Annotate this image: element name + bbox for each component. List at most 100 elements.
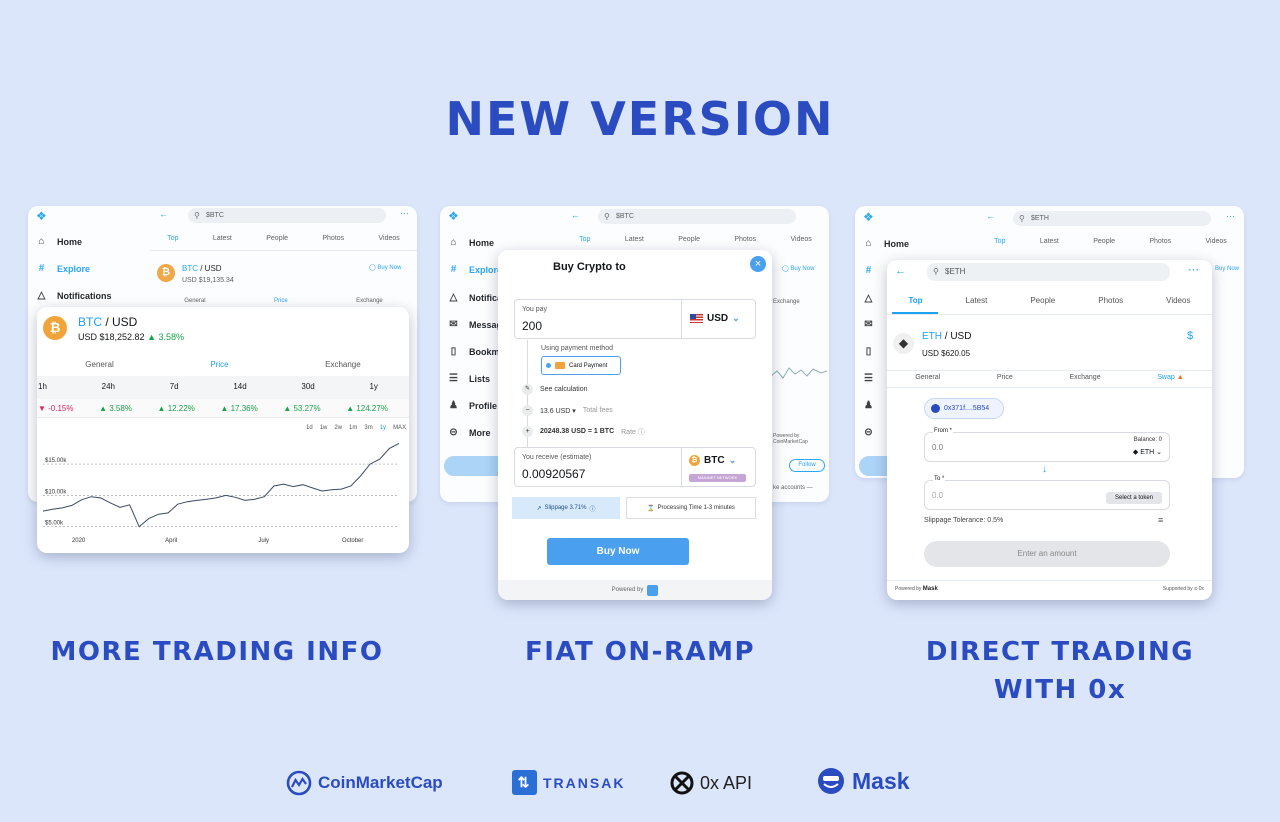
search-input[interactable]: ⚲ $BTC	[188, 208, 386, 223]
tab-people[interactable]: People	[1030, 296, 1055, 305]
headline: NEW VERSION	[445, 92, 835, 146]
more-dots-icon[interactable]: ⋯	[400, 208, 409, 219]
back-arrow-icon[interactable]: ←	[895, 265, 906, 277]
tab-people[interactable]: People	[1093, 238, 1115, 245]
tab-top[interactable]: Top	[994, 238, 1005, 245]
range-1y[interactable]: 1y	[380, 425, 386, 431]
subtab-price[interactable]: Price	[210, 360, 228, 369]
sidebar-item-home[interactable]: ⌂ Home	[36, 236, 82, 247]
bg-subtab-price[interactable]: Price	[274, 298, 288, 304]
sidebar-item-home[interactable]: ⌂ Home	[863, 238, 909, 249]
subtab-exchange[interactable]: Exchange	[1069, 374, 1100, 381]
bell-icon: △	[864, 293, 873, 304]
tab-latest[interactable]: Latest	[966, 296, 988, 305]
sidebar-item-explore[interactable]: # Explore	[448, 264, 502, 275]
range-3m[interactable]: 3m	[364, 425, 372, 431]
sidebar-item-explore[interactable]: # Explore	[36, 263, 90, 274]
supported-by-label: Supported by	[1162, 586, 1193, 592]
you-pay-label: You pay	[522, 306, 548, 313]
to-field[interactable]: To * 0.0 Select a token	[924, 476, 1170, 510]
tab-videos[interactable]: Videos	[791, 236, 812, 243]
from-token-select[interactable]: ◆ ETH ⌄	[1133, 448, 1162, 456]
bg-powered: Powered by CoinMarketCap	[773, 433, 808, 445]
btc-coin-icon: ₿	[43, 316, 67, 340]
sidebar-item-more[interactable]: ⊝ More	[448, 427, 490, 438]
subtab-general[interactable]: General	[915, 374, 940, 381]
tab-top[interactable]: Top	[167, 235, 178, 242]
bg-buy-now-link[interactable]: ◯ Buy Now	[782, 265, 814, 272]
sidebar-item-notifications[interactable]: △ Notifications	[36, 290, 112, 301]
zerox-api-label: 0x API	[700, 772, 753, 793]
caption-direct-trading: DIRECT TRADING WITH 0x	[880, 633, 1240, 709]
sidebar-item-profile[interactable]: ♟	[863, 400, 874, 411]
tab-latest[interactable]: Latest	[1040, 238, 1059, 245]
using-payment-label: Using payment method	[541, 345, 613, 352]
close-icon[interactable]: ×	[750, 256, 766, 272]
buy-now-button[interactable]: Buy Now	[547, 538, 689, 565]
see-calculation-link[interactable]: See calculation	[540, 386, 587, 393]
subtab-price[interactable]: Price	[997, 374, 1013, 381]
caption-direct-trading-line1: DIRECT TRADING	[925, 637, 1195, 667]
you-pay-field[interactable]: You pay 200 USD ⌄	[514, 299, 756, 339]
tab-photos[interactable]: Photos	[1098, 296, 1123, 305]
dollar-icon[interactable]: $	[1187, 330, 1193, 342]
sidebar-item-bookmarks[interactable]: ▯ Bookma	[448, 346, 505, 357]
range-max[interactable]: MAX	[393, 425, 406, 431]
back-arrow-icon[interactable]: ←	[159, 209, 168, 219]
sidebar-item-notifications[interactable]: △ Notifica	[448, 292, 502, 303]
tab-top[interactable]: Top	[579, 236, 590, 243]
search-input[interactable]: ⚲ $ETH	[927, 263, 1170, 281]
settings-sliders-icon[interactable]: ≡	[1158, 515, 1163, 525]
back-arrow-icon[interactable]: ←	[986, 211, 995, 221]
subtab-exchange[interactable]: Exchange	[325, 360, 361, 369]
tab-videos[interactable]: Videos	[1206, 238, 1227, 245]
select-token-button[interactable]: Select a token	[1106, 492, 1162, 504]
bg-subtab-general[interactable]: General	[184, 298, 205, 304]
subtab-swap[interactable]: Swap ▲	[1157, 374, 1183, 381]
tab-photos[interactable]: Photos	[734, 236, 756, 243]
enter-amount-button[interactable]: Enter an amount	[924, 541, 1170, 567]
range-2w[interactable]: 2w	[334, 425, 342, 431]
sidebar-item-bookmarks[interactable]: ▯	[863, 346, 874, 357]
range-1m[interactable]: 1m	[349, 425, 357, 431]
swap-direction-icon[interactable]: ↓	[1042, 464, 1047, 475]
tab-top[interactable]: Top	[908, 296, 922, 305]
wallet-address-chip[interactable]: 0x371f....5B54	[924, 398, 1004, 419]
range-1w[interactable]: 1w	[320, 425, 328, 431]
sidebar-item-home[interactable]: ⌂ Home	[448, 237, 494, 248]
tab-photos[interactable]: Photos	[322, 235, 344, 242]
follow-button[interactable]: Follow	[789, 459, 825, 472]
tab-latest[interactable]: Latest	[625, 236, 644, 243]
tab-photos[interactable]: Photos	[1149, 238, 1171, 245]
card-payment-option[interactable]: Card Payment	[541, 356, 621, 375]
back-arrow-icon[interactable]: ←	[571, 210, 580, 220]
search-input[interactable]: ⚲ $BTC	[598, 209, 796, 224]
sidebar-item-more[interactable]: ⊝	[863, 427, 874, 438]
tab-videos[interactable]: Videos	[1166, 296, 1190, 305]
tab-latest[interactable]: Latest	[213, 235, 232, 242]
twitter-logo-icon: ❖	[448, 209, 459, 223]
bg-subtab-exchange[interactable]: Exchange	[356, 298, 383, 304]
sidebar-item-explore[interactable]: #	[863, 265, 874, 276]
tab-people[interactable]: People	[266, 235, 288, 242]
fees-value[interactable]: 13.6 USD ▾	[540, 407, 576, 415]
range-1d[interactable]: 1d	[306, 425, 313, 431]
bg-buy-now-link[interactable]: Buy Now	[1215, 266, 1239, 272]
sidebar-item-messages[interactable]: ✉	[863, 319, 874, 330]
bg-buy-now-link[interactable]: ◯ Buy Now	[369, 264, 401, 271]
more-dots-icon[interactable]: ⋯	[1188, 263, 1199, 276]
crypto-select[interactable]: ₿ BTC ⌄	[689, 455, 736, 466]
sidebar-item-lists[interactable]: ☰	[863, 373, 874, 384]
sidebar-item-profile[interactable]: ♟ Profile	[448, 400, 497, 411]
sidebar-item-lists[interactable]: ☰ Lists	[448, 373, 490, 384]
sidebar-item-messages[interactable]: ✉ Messag	[448, 319, 502, 330]
currency-select[interactable]: USD ⌄	[690, 313, 740, 324]
tab-people[interactable]: People	[678, 236, 700, 243]
from-field[interactable]: From * 0.0 Balance: 0 ◆ ETH ⌄	[924, 428, 1170, 462]
sidebar-item-notifications[interactable]: △	[863, 293, 874, 304]
more-dots-icon[interactable]: ⋯	[1226, 211, 1235, 222]
search-input[interactable]: ⚲ $ETH	[1013, 211, 1211, 226]
you-receive-field[interactable]: You receive (estimate) 0.00920567 ₿ BTC …	[514, 447, 756, 487]
subtab-general[interactable]: General	[85, 360, 113, 369]
tab-videos[interactable]: Videos	[379, 235, 400, 242]
